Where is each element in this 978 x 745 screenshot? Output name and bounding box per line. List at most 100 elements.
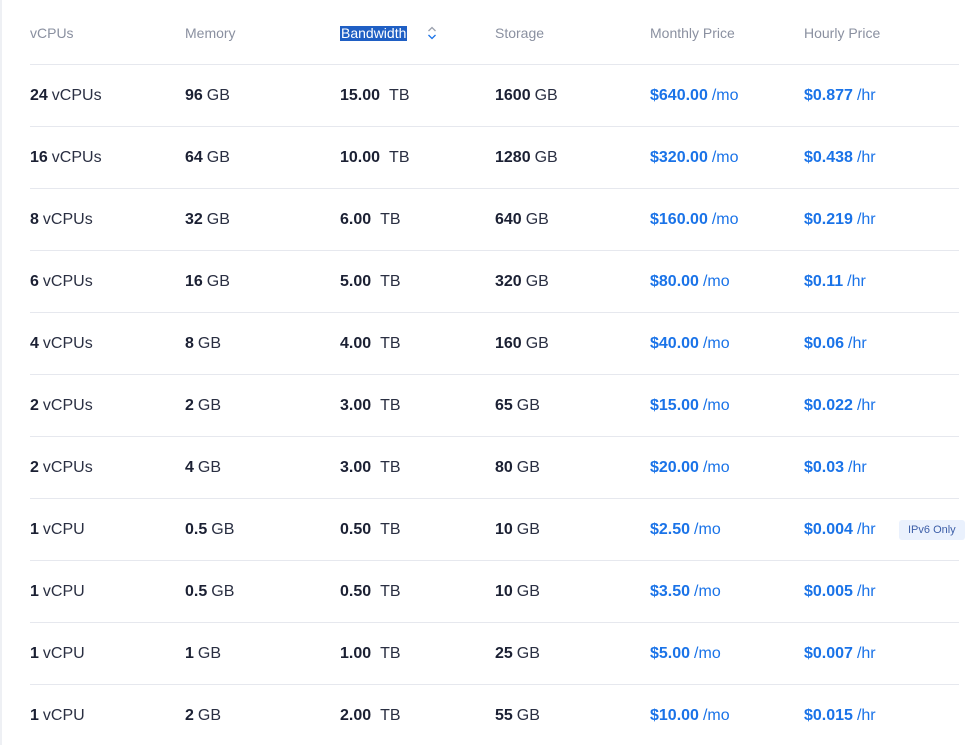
bandwidth-value: 0.50 (340, 520, 372, 538)
monthly-price: $10.00 (650, 706, 699, 724)
header-hourly-price[interactable]: Hourly Price (804, 0, 880, 66)
vcpu-count: 1 (30, 520, 39, 538)
bandwidth-value: 3.00 (340, 396, 372, 414)
hourly-price: $0.015 (804, 706, 853, 724)
vcpu-cell: 2 vCPUs (30, 437, 93, 498)
monthly-price: $5.00 (650, 644, 691, 662)
monthly-suffix: /mo (702, 334, 730, 352)
hourly-price: $0.219 (804, 210, 853, 228)
storage-unit: GB (516, 396, 540, 414)
memory-unit: GB (197, 458, 222, 476)
storage-unit: GB (516, 520, 540, 538)
memory-unit: GB (197, 644, 222, 662)
vcpu-count: 2 (30, 458, 39, 476)
monthly-suffix: /mo (711, 148, 739, 166)
monthly-suffix: /mo (702, 706, 730, 724)
header-bandwidth[interactable]: Bandwidth (340, 0, 437, 66)
table-row[interactable]: 6 vCPUs 16 GB 5.00 TB 320 GB $80.00/mo $0.11… (30, 251, 959, 313)
monthly-price-cell: $5.00/mo (650, 623, 721, 684)
table-body: 24 vCPUs 96 GB 15.00 TB 1600 GB $640.00/mo $… (30, 65, 965, 745)
bandwidth-value: 10.00 (340, 148, 381, 166)
storage-unit: GB (534, 148, 558, 166)
monthly-suffix: /mo (711, 86, 739, 104)
memory-unit: GB (206, 272, 230, 290)
monthly-price-cell: $15.00/mo (650, 375, 730, 436)
bandwidth-unit: TB (380, 334, 401, 352)
hourly-suffix: /hr (856, 396, 876, 414)
vcpu-count: 2 (30, 396, 39, 414)
bandwidth-cell: 0.50 TB (340, 561, 401, 622)
header-monthly-price-label: Monthly Price (650, 25, 735, 41)
memory-value: 4 (185, 458, 194, 476)
hourly-price-cell: $0.219/hr (804, 189, 876, 250)
header-vcpus[interactable]: vCPUs (30, 0, 74, 66)
storage-unit: GB (516, 644, 540, 662)
storage-unit: GB (516, 582, 540, 600)
bandwidth-cell: 3.00 TB (340, 437, 401, 498)
monthly-suffix: /mo (702, 458, 730, 476)
hourly-suffix: /hr (856, 582, 876, 600)
bandwidth-cell: 2.00 TB (340, 685, 401, 745)
header-storage[interactable]: Storage (495, 0, 544, 66)
storage-cell: 65 GB (495, 375, 540, 436)
table-row[interactable]: 1 vCPU 0.5 GB 0.50 TB 10 GB $3.50/mo $0.005/… (30, 561, 959, 623)
table-row[interactable]: 4 vCPUs 8 GB 4.00 TB 160 GB $40.00/mo $0.06/… (30, 313, 959, 375)
monthly-suffix: /mo (694, 582, 721, 600)
monthly-price: $15.00 (650, 396, 699, 414)
storage-unit: GB (525, 272, 549, 290)
bandwidth-unit: TB (380, 644, 401, 662)
storage-cell: 1600 GB (495, 65, 558, 126)
hourly-suffix: /hr (856, 644, 876, 662)
monthly-price-cell: $640.00/mo (650, 65, 739, 126)
vcpu-unit: vCPUs (42, 458, 93, 476)
memory-unit: GB (197, 334, 222, 352)
bandwidth-unit: TB (380, 458, 401, 476)
table-row[interactable]: 1 vCPU 2 GB 2.00 TB 55 GB $10.00/mo $0.015/h… (30, 685, 959, 745)
storage-cell: 1280 GB (495, 127, 558, 188)
monthly-price-cell: $40.00/mo (650, 313, 730, 374)
header-hourly-price-label: Hourly Price (804, 25, 881, 41)
hourly-price-cell: $0.877/hr (804, 65, 876, 126)
hourly-suffix: /hr (856, 706, 876, 724)
hourly-price: $0.03 (804, 458, 845, 476)
storage-value: 640 (495, 210, 522, 228)
hourly-price: $0.438 (804, 148, 853, 166)
hourly-price: $0.877 (804, 86, 853, 104)
storage-unit: GB (525, 210, 549, 228)
monthly-price-cell: $2.50/mo (650, 499, 721, 560)
memory-unit: GB (206, 86, 230, 104)
table-row[interactable]: 24 vCPUs 96 GB 15.00 TB 1600 GB $640.00/mo $… (30, 65, 959, 127)
memory-unit: GB (211, 520, 235, 538)
memory-value: 8 (185, 334, 194, 352)
memory-unit: GB (206, 148, 230, 166)
table-row[interactable]: 2 vCPUs 2 GB 3.00 TB 65 GB $15.00/mo $0.022/… (30, 375, 959, 437)
table-row[interactable]: 8 vCPUs 32 GB 6.00 TB 640 GB $160.00/mo $0.2… (30, 189, 959, 251)
ipv6-only-badge: IPv6 Only (899, 519, 965, 540)
table-row[interactable]: 1 vCPU 1 GB 1.00 TB 25 GB $5.00/mo $0.007/hr (30, 623, 959, 685)
monthly-price: $320.00 (650, 148, 708, 166)
hourly-price: $0.06 (804, 334, 845, 352)
vcpu-unit: vCPUs (51, 86, 102, 104)
hourly-suffix: /hr (848, 334, 867, 352)
pricing-table: vCPUs Memory Bandwidth Storage Monthly P… (30, 0, 965, 745)
table-row[interactable]: 16 vCPUs 64 GB 10.00 TB 1280 GB $320.00/mo $… (30, 127, 959, 189)
vcpu-unit: vCPU (42, 644, 85, 662)
hourly-price-cell: $0.11/hr (804, 251, 866, 312)
pricing-page: vCPUs Memory Bandwidth Storage Monthly P… (0, 0, 978, 745)
vcpu-unit: vCPUs (42, 334, 93, 352)
memory-cell: 16 GB (185, 251, 230, 312)
bandwidth-cell: 0.50 TB (340, 499, 401, 560)
memory-cell: 2 GB (185, 375, 221, 436)
header-monthly-price[interactable]: Monthly Price (650, 0, 735, 66)
table-row[interactable]: 1 vCPU 0.5 GB 0.50 TB 10 GB $2.50/mo $0.004/… (30, 499, 965, 561)
memory-value: 64 (185, 148, 203, 166)
sort-updown-icon[interactable] (427, 25, 437, 41)
memory-value: 16 (185, 272, 203, 290)
memory-cell: 4 GB (185, 437, 221, 498)
header-memory[interactable]: Memory (185, 0, 236, 66)
vcpu-cell: 6 vCPUs (30, 251, 93, 312)
memory-unit: GB (197, 396, 222, 414)
table-row[interactable]: 2 vCPUs 4 GB 3.00 TB 80 GB $20.00/mo $0.03/h… (30, 437, 959, 499)
storage-value: 55 (495, 706, 513, 724)
monthly-price-cell: $10.00/mo (650, 685, 730, 745)
